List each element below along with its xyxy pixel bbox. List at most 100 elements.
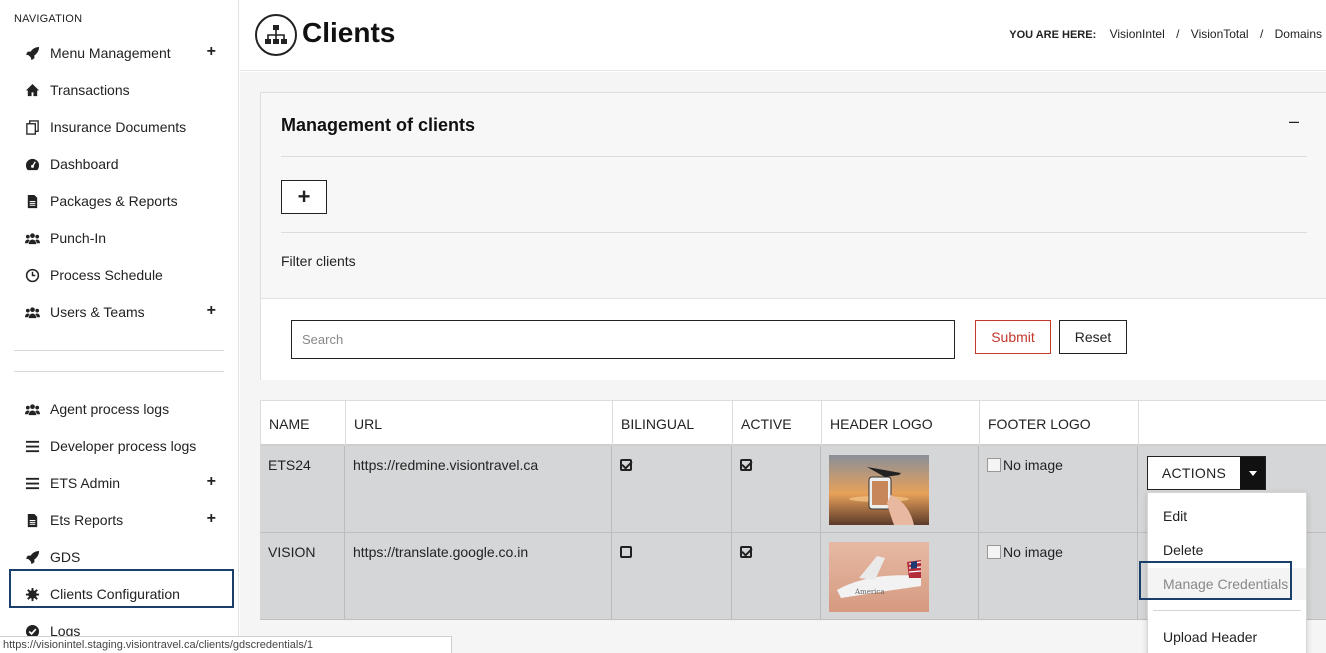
search-input[interactable] — [291, 320, 955, 359]
nav-heading: NAVIGATION — [14, 13, 83, 25]
column-header-active: ACTIVE — [733, 401, 822, 447]
expand-plus-icon[interactable]: + — [207, 511, 216, 527]
svg-text:America: America — [854, 588, 885, 596]
collapse-button[interactable]: – — [1289, 111, 1299, 132]
add-client-button[interactable]: + — [281, 180, 327, 214]
sidebar-item-label: Process Schedule — [50, 267, 163, 283]
menu-divider — [1153, 610, 1301, 611]
nav-divider — [14, 350, 224, 351]
cell-footer-logo: No image — [979, 446, 1138, 532]
sidebar-item-punch-in[interactable]: Punch-In — [22, 223, 222, 253]
bars-icon — [22, 475, 42, 491]
sitemap-icon — [255, 14, 297, 56]
home-icon — [22, 82, 42, 98]
sidebar: NAVIGATION Menu Management + Transaction… — [0, 0, 239, 653]
actions-label: ACTIONS — [1161, 465, 1227, 481]
no-image-text: No image — [1003, 544, 1063, 560]
sidebar-item-label: Ets Reports — [50, 512, 124, 528]
column-header-bilingual: BILINGUAL — [613, 401, 733, 447]
expand-plus-icon[interactable]: + — [207, 474, 216, 490]
rocket-icon — [22, 45, 42, 61]
no-image-text: No image — [1003, 457, 1063, 473]
sidebar-item-menu-management[interactable]: Menu Management + — [22, 38, 222, 68]
cell-bilingual — [612, 446, 732, 532]
clock-icon — [22, 267, 42, 283]
sidebar-item-label: Packages & Reports — [50, 193, 178, 209]
focus-highlight-box — [1139, 561, 1292, 600]
unchecked-icon — [620, 546, 632, 558]
cell-active — [732, 446, 821, 532]
sidebar-item-label: Insurance Documents — [50, 119, 187, 135]
rocket-icon — [22, 549, 42, 565]
dashboard-icon — [22, 156, 42, 172]
cell-bilingual — [612, 533, 732, 619]
file-icon — [22, 193, 42, 209]
reset-button[interactable]: Reset — [1059, 320, 1127, 354]
sidebar-item-label: ETS Admin — [50, 475, 121, 491]
divider — [281, 156, 1307, 157]
sidebar-item-ets-admin[interactable]: ETS Admin + — [22, 468, 222, 498]
breadcrumb-link-visionintel[interactable]: VisionIntel — [1110, 27, 1165, 41]
panel-title: Management of clients — [281, 115, 476, 135]
broken-image-icon: No image — [987, 457, 1063, 473]
bars-icon — [22, 438, 42, 454]
filter-bar: Submit Reset — [261, 298, 1326, 380]
users-icon — [22, 230, 42, 246]
cell-name: ETS24 — [260, 446, 345, 532]
sidebar-item-insurance-documents[interactable]: Insurance Documents — [22, 112, 222, 142]
sidebar-item-developer-process-logs[interactable]: Developer process logs — [22, 431, 222, 461]
nav-divider — [14, 371, 224, 372]
menu-item-upload-header[interactable]: Upload Header — [1148, 621, 1306, 653]
users-icon — [22, 401, 42, 417]
cell-name: VISION — [260, 533, 345, 619]
divider — [281, 232, 1307, 233]
sidebar-item-transactions[interactable]: Transactions — [22, 75, 222, 105]
page-header: Clients YOU ARE HERE: VisionIntel / Visi… — [240, 0, 1326, 71]
breadcrumb: YOU ARE HERE: VisionIntel / VisionTotal … — [1009, 27, 1322, 41]
page-title: Clients — [302, 17, 396, 48]
cell-footer-logo: No image — [979, 533, 1138, 619]
column-header-footer-logo: FOOTER LOGO — [980, 401, 1139, 447]
expand-plus-icon[interactable]: + — [207, 44, 216, 60]
header-logo-image: America — [829, 542, 929, 612]
cell-header-logo — [821, 446, 979, 532]
sidebar-item-label: Developer process logs — [50, 438, 197, 454]
caret-down-icon[interactable] — [1240, 457, 1265, 489]
sidebar-item-ets-reports[interactable]: Ets Reports + — [22, 505, 222, 535]
checked-icon — [740, 546, 752, 558]
menu-item-edit[interactable]: Edit — [1148, 500, 1306, 532]
breadcrumb-link-domains[interactable]: Domains — [1275, 27, 1322, 41]
breadcrumb-link-visiontotal[interactable]: VisionTotal — [1191, 27, 1249, 41]
sidebar-item-label: Users & Teams — [50, 304, 145, 320]
expand-plus-icon[interactable]: + — [207, 303, 216, 319]
submit-button[interactable]: Submit — [975, 320, 1051, 354]
sidebar-item-dashboard[interactable]: Dashboard — [22, 149, 222, 179]
documents-icon — [22, 119, 42, 135]
focus-highlight-box — [9, 569, 234, 608]
link-status-bar: https://visionintel.staging.visiontravel… — [0, 636, 452, 653]
sidebar-item-gds[interactable]: GDS — [22, 542, 222, 572]
actions-dropdown-button[interactable]: ACTIONS — [1147, 456, 1266, 490]
sidebar-item-label: Agent process logs — [50, 401, 170, 417]
column-header-actions — [1139, 401, 1326, 447]
sidebar-item-packages-reports[interactable]: Packages & Reports — [22, 186, 222, 216]
sidebar-item-label: Transactions — [50, 82, 130, 98]
sidebar-item-label: Punch-In — [50, 230, 107, 246]
management-panel: Management of clients – + Filter clients… — [260, 92, 1326, 380]
breadcrumb-separator: / — [1176, 27, 1180, 41]
file-icon — [22, 512, 42, 528]
sidebar-item-agent-process-logs[interactable]: Agent process logs — [22, 394, 222, 424]
cell-url: https://translate.google.co.in — [345, 533, 612, 619]
filter-label: Filter clients — [281, 253, 356, 269]
breadcrumb-label: YOU ARE HERE: — [1009, 29, 1097, 41]
checked-icon — [740, 459, 752, 471]
checked-icon — [620, 459, 632, 471]
cell-url: https://redmine.visiontravel.ca — [345, 446, 612, 532]
cell-active — [732, 533, 821, 619]
sidebar-item-process-schedule[interactable]: Process Schedule — [22, 260, 222, 290]
table-header: NAME URL BILINGUAL ACTIVE HEADER LOGO FO… — [260, 400, 1326, 447]
sidebar-item-label: Dashboard — [50, 156, 119, 172]
sidebar-item-users-teams[interactable]: Users & Teams + — [22, 297, 222, 327]
sidebar-item-label: GDS — [50, 549, 81, 565]
column-header-url: URL — [346, 401, 613, 447]
